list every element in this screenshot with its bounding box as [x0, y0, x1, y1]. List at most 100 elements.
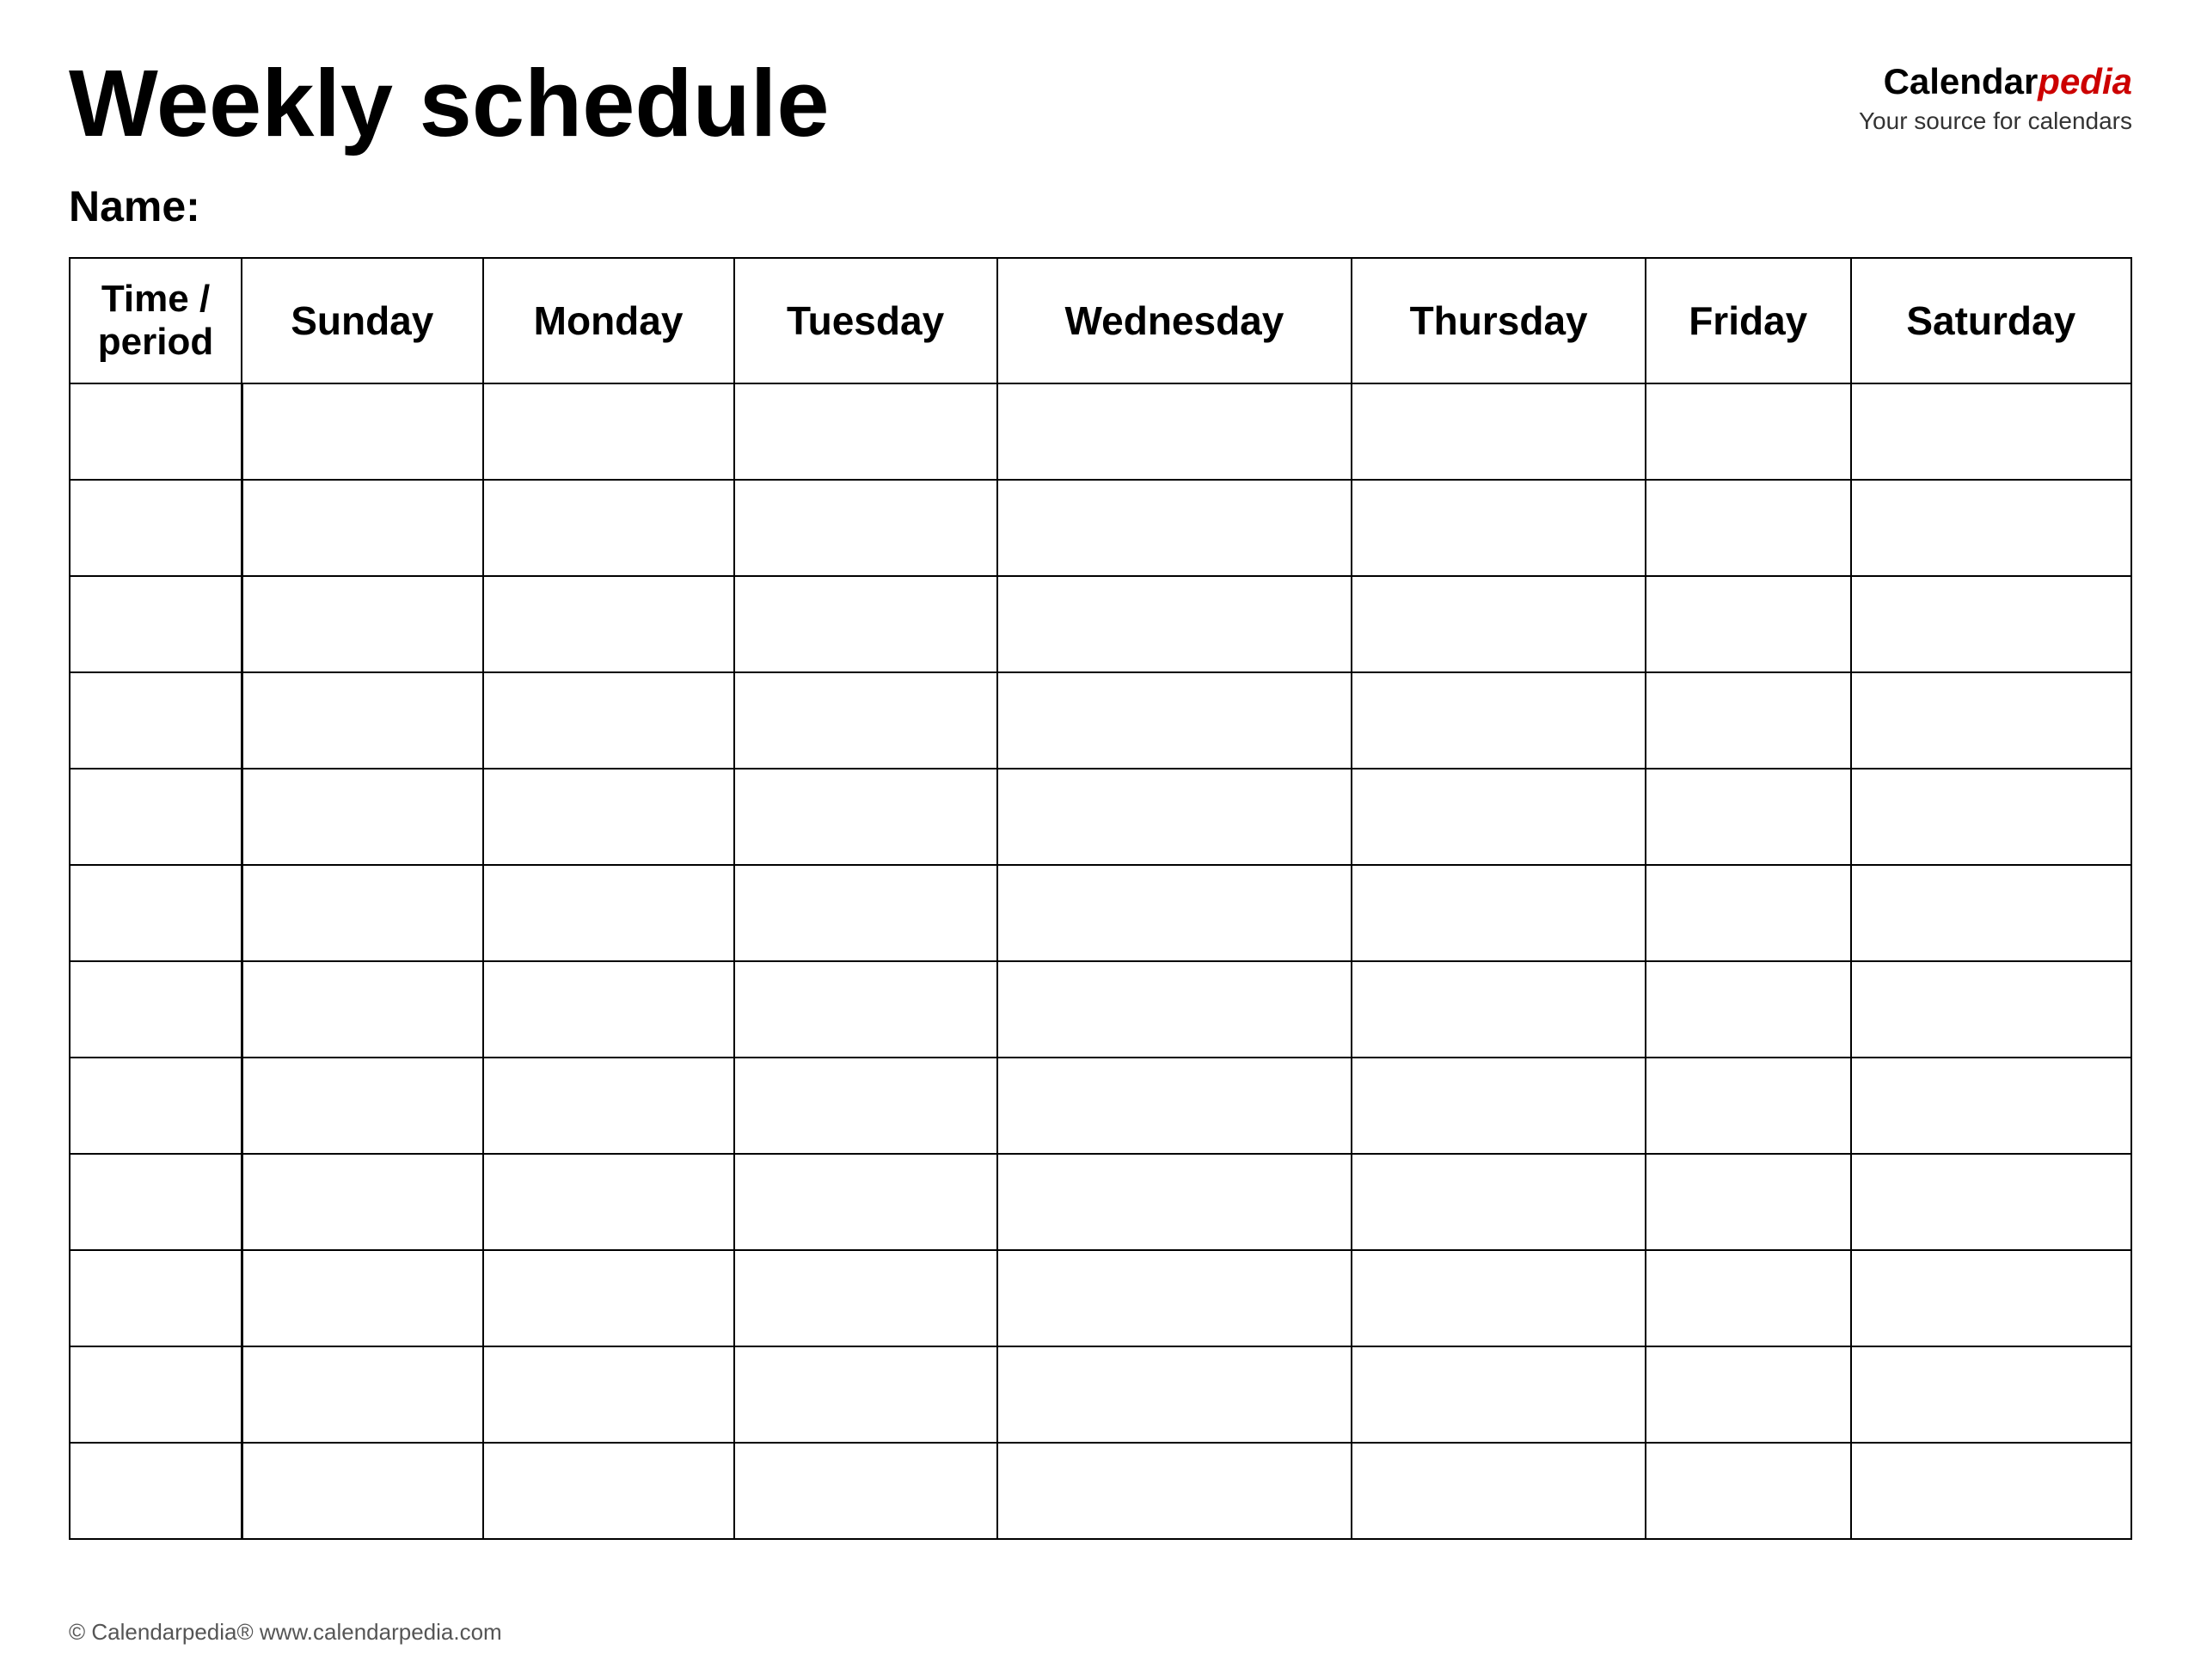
schedule-cell[interactable] — [483, 1346, 734, 1443]
schedule-cell[interactable] — [1851, 961, 2131, 1058]
schedule-cell[interactable] — [1851, 769, 2131, 865]
schedule-cell[interactable] — [1851, 480, 2131, 576]
schedule-cell[interactable] — [483, 961, 734, 1058]
schedule-cell[interactable] — [997, 576, 1352, 672]
schedule-cell[interactable] — [1851, 1154, 2131, 1250]
time-cell[interactable] — [70, 1346, 242, 1443]
col-header-time: Time / period — [70, 258, 242, 383]
time-cell[interactable] — [70, 672, 242, 769]
schedule-cell[interactable] — [1851, 1443, 2131, 1539]
schedule-cell[interactable] — [997, 672, 1352, 769]
schedule-cell[interactable] — [483, 1154, 734, 1250]
schedule-cell[interactable] — [1646, 1154, 1851, 1250]
schedule-cell[interactable] — [1352, 1154, 1646, 1250]
schedule-cell[interactable] — [734, 1443, 997, 1539]
schedule-cell[interactable] — [1646, 383, 1851, 480]
schedule-cell[interactable] — [242, 576, 483, 672]
schedule-cell[interactable] — [1646, 576, 1851, 672]
schedule-cell[interactable] — [242, 1058, 483, 1154]
schedule-cell[interactable] — [1646, 1250, 1851, 1346]
time-cell[interactable] — [70, 576, 242, 672]
time-cell[interactable] — [70, 865, 242, 961]
schedule-cell[interactable] — [1352, 383, 1646, 480]
table-row — [70, 1058, 2131, 1154]
schedule-cell[interactable] — [242, 1346, 483, 1443]
schedule-cell[interactable] — [997, 1154, 1352, 1250]
schedule-cell[interactable] — [242, 480, 483, 576]
schedule-cell[interactable] — [734, 769, 997, 865]
schedule-cell[interactable] — [734, 576, 997, 672]
schedule-cell[interactable] — [242, 1250, 483, 1346]
schedule-cell[interactable] — [1352, 672, 1646, 769]
schedule-cell[interactable] — [734, 1154, 997, 1250]
schedule-cell[interactable] — [483, 1250, 734, 1346]
time-cell[interactable] — [70, 1250, 242, 1346]
time-cell[interactable] — [70, 1058, 242, 1154]
schedule-cell[interactable] — [242, 769, 483, 865]
schedule-cell[interactable] — [483, 865, 734, 961]
schedule-cell[interactable] — [734, 672, 997, 769]
schedule-cell[interactable] — [1851, 576, 2131, 672]
schedule-cell[interactable] — [483, 480, 734, 576]
schedule-cell[interactable] — [734, 383, 997, 480]
schedule-cell[interactable] — [1646, 961, 1851, 1058]
schedule-cell[interactable] — [483, 576, 734, 672]
schedule-cell[interactable] — [1851, 1250, 2131, 1346]
schedule-cell[interactable] — [1646, 769, 1851, 865]
schedule-cell[interactable] — [997, 383, 1352, 480]
schedule-cell[interactable] — [1851, 1058, 2131, 1154]
schedule-cell[interactable] — [997, 1346, 1352, 1443]
schedule-cell[interactable] — [242, 1154, 483, 1250]
schedule-cell[interactable] — [997, 1058, 1352, 1154]
schedule-cell[interactable] — [1352, 865, 1646, 961]
schedule-cell[interactable] — [1352, 1346, 1646, 1443]
schedule-cell[interactable] — [242, 672, 483, 769]
time-cell[interactable] — [70, 1443, 242, 1539]
schedule-cell[interactable] — [997, 865, 1352, 961]
time-cell[interactable] — [70, 383, 242, 480]
schedule-cell[interactable] — [1352, 1443, 1646, 1539]
schedule-cell[interactable] — [997, 1443, 1352, 1539]
schedule-cell[interactable] — [1646, 1346, 1851, 1443]
schedule-cell[interactable] — [1352, 769, 1646, 865]
schedule-cell[interactable] — [1646, 1058, 1851, 1154]
schedule-cell[interactable] — [1352, 1250, 1646, 1346]
schedule-cell[interactable] — [1851, 672, 2131, 769]
time-cell[interactable] — [70, 1154, 242, 1250]
schedule-cell[interactable] — [1646, 672, 1851, 769]
schedule-cell[interactable] — [1646, 480, 1851, 576]
time-cell[interactable] — [70, 961, 242, 1058]
schedule-cell[interactable] — [1851, 1346, 2131, 1443]
schedule-cell[interactable] — [1646, 865, 1851, 961]
schedule-cell[interactable] — [1352, 480, 1646, 576]
time-cell[interactable] — [70, 480, 242, 576]
schedule-cell[interactable] — [997, 961, 1352, 1058]
schedule-cell[interactable] — [734, 1250, 997, 1346]
schedule-cell[interactable] — [1851, 383, 2131, 480]
schedule-cell[interactable] — [242, 383, 483, 480]
schedule-cell[interactable] — [734, 480, 997, 576]
schedule-cell[interactable] — [997, 769, 1352, 865]
schedule-cell[interactable] — [242, 1443, 483, 1539]
schedule-cell[interactable] — [997, 480, 1352, 576]
schedule-cell[interactable] — [483, 1443, 734, 1539]
col-header-saturday: Saturday — [1851, 258, 2131, 383]
schedule-cell[interactable] — [997, 1250, 1352, 1346]
schedule-cell[interactable] — [1352, 961, 1646, 1058]
schedule-cell[interactable] — [483, 1058, 734, 1154]
schedule-cell[interactable] — [734, 1058, 997, 1154]
time-cell[interactable] — [70, 769, 242, 865]
col-header-tuesday: Tuesday — [734, 258, 997, 383]
schedule-cell[interactable] — [734, 961, 997, 1058]
schedule-cell[interactable] — [1352, 1058, 1646, 1154]
schedule-cell[interactable] — [1352, 576, 1646, 672]
schedule-cell[interactable] — [734, 1346, 997, 1443]
schedule-cell[interactable] — [734, 865, 997, 961]
schedule-cell[interactable] — [242, 961, 483, 1058]
schedule-cell[interactable] — [1851, 865, 2131, 961]
schedule-cell[interactable] — [483, 769, 734, 865]
schedule-cell[interactable] — [242, 865, 483, 961]
schedule-cell[interactable] — [1646, 1443, 1851, 1539]
schedule-cell[interactable] — [483, 383, 734, 480]
schedule-cell[interactable] — [483, 672, 734, 769]
